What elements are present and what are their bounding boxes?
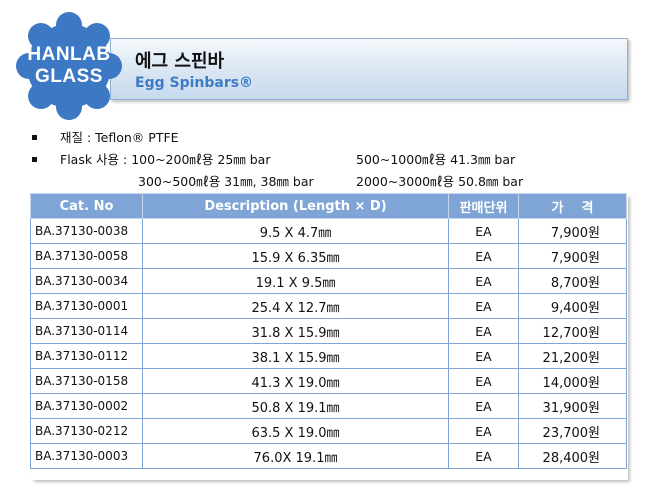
table-row: BA.37130-0114 31.8 X 15.9㎜ EA 12,700원 (30, 318, 627, 344)
cell-description: 38.1 X 15.9㎜ (142, 343, 449, 369)
cell-price: 7,900원 (518, 218, 627, 244)
cell-description: 19.1 X 9.5㎜ (142, 268, 449, 294)
cell-price: 14,000원 (518, 368, 627, 394)
spec-material-text: 재질 : Teflon® PTFE (60, 130, 179, 145)
cell-unit: EA (448, 418, 519, 444)
cell-cat-no: BA.37130-0158 (30, 368, 143, 394)
spec-material: 재질 : Teflon® PTFE (30, 127, 630, 149)
cell-unit: EA (448, 293, 519, 319)
spec-flask-row1-col2: 500~1000㎖용 41.3㎜ bar (356, 152, 516, 167)
bullet-icon (32, 135, 37, 140)
cell-description: 41.3 X 19.0㎜ (142, 368, 449, 394)
spec-list: 재질 : Teflon® PTFE Flask 사용 : 100~200㎖용 2… (30, 127, 630, 193)
header-banner: 에그 스핀바 Egg Spinbars® (110, 38, 628, 100)
table-row: BA.37130-0112 38.1 X 15.9㎜ EA 21,200원 (30, 343, 627, 369)
cell-cat-no: BA.37130-0003 (30, 443, 143, 469)
logo-line1: HANLAB (27, 44, 111, 65)
cell-cat-no: BA.37130-0212 (30, 418, 143, 444)
spec-flask-label: Flask 사용 : 100~200㎖용 25㎜ bar (60, 152, 271, 167)
cell-description: 76.0X 19.1㎜ (142, 443, 449, 469)
spec-flask-row2-col2: 2000~3000㎖용 50.8㎜ bar (356, 174, 524, 189)
cell-unit: EA (448, 218, 519, 244)
cell-unit: EA (448, 368, 519, 394)
cell-description: 25.4 X 12.7㎜ (142, 293, 449, 319)
table-row: BA.37130-0003 76.0X 19.1㎜ EA 28,400원 (30, 443, 627, 469)
cell-cat-no: BA.37130-0112 (30, 343, 143, 369)
cell-price: 9,400원 (518, 293, 627, 319)
cell-price: 23,700원 (518, 418, 627, 444)
table-row: BA.37130-0158 41.3 X 19.0㎜ EA 14,000원 (30, 368, 627, 394)
header-description: Description (Length × D) (142, 193, 449, 219)
spec-flask-row2-col1: 300~500㎖용 31㎜, 38㎜ bar (138, 174, 314, 189)
table-row: BA.37130-0058 15.9 X 6.35㎜ EA 7,900원 (30, 243, 627, 269)
cell-description: 50.8 X 19.1㎜ (142, 393, 449, 419)
logo-line2: GLASS (35, 66, 103, 87)
cell-cat-no: BA.37130-0038 (30, 218, 143, 244)
cell-description: 9.5 X 4.7㎜ (142, 218, 449, 244)
cell-description: 31.8 X 15.9㎜ (142, 318, 449, 344)
hanlab-glass-logo: HANLAB GLASS (10, 10, 128, 122)
page-title: 에그 스핀바 (135, 51, 225, 72)
table-row: BA.37130-0034 19.1 X 9.5㎜ EA 8,700원 (30, 268, 627, 294)
spec-flask-row2: 300~500㎖용 31㎜, 38㎜ bar 2000~3000㎖용 50.8㎜… (30, 171, 630, 193)
header-price: 가 격 (518, 193, 627, 219)
page-subtitle: Egg Spinbars® (135, 75, 254, 91)
cell-description: 63.5 X 19.0㎜ (142, 418, 449, 444)
table-header-row: Cat. No Description (Length × D) 판매단위 가 … (30, 193, 627, 219)
cell-unit: EA (448, 243, 519, 269)
table-row: BA.37130-0001 25.4 X 12.7㎜ EA 9,400원 (30, 293, 627, 319)
cell-cat-no: BA.37130-0034 (30, 268, 143, 294)
table-row: BA.37130-0212 63.5 X 19.0㎜ EA 23,700원 (30, 418, 627, 444)
cell-description: 15.9 X 6.35㎜ (142, 243, 449, 269)
cell-unit: EA (448, 318, 519, 344)
cell-price: 28,400원 (518, 443, 627, 469)
cell-unit: EA (448, 343, 519, 369)
table-row: BA.37130-0038 9.5 X 4.7㎜ EA 7,900원 (30, 218, 627, 244)
cell-unit: EA (448, 268, 519, 294)
spec-flask-row1: Flask 사용 : 100~200㎖용 25㎜ bar 500~1000㎖용 … (30, 149, 630, 171)
table-row: BA.37130-0002 50.8 X 19.1㎜ EA 31,900원 (30, 393, 627, 419)
header-cat-no: Cat. No (30, 193, 143, 219)
cell-price: 31,900원 (518, 393, 627, 419)
cell-price: 21,200원 (518, 343, 627, 369)
header-unit: 판매단위 (448, 193, 519, 219)
cell-unit: EA (448, 443, 519, 469)
cell-cat-no: BA.37130-0058 (30, 243, 143, 269)
cell-cat-no: BA.37130-0002 (30, 393, 143, 419)
cell-price: 12,700원 (518, 318, 627, 344)
bullet-icon (32, 157, 37, 162)
cell-cat-no: BA.37130-0114 (30, 318, 143, 344)
cell-unit: EA (448, 393, 519, 419)
product-table: Cat. No Description (Length × D) 판매단위 가 … (30, 193, 627, 469)
cell-cat-no: BA.37130-0001 (30, 293, 143, 319)
cell-price: 8,700원 (518, 268, 627, 294)
cell-price: 7,900원 (518, 243, 627, 269)
